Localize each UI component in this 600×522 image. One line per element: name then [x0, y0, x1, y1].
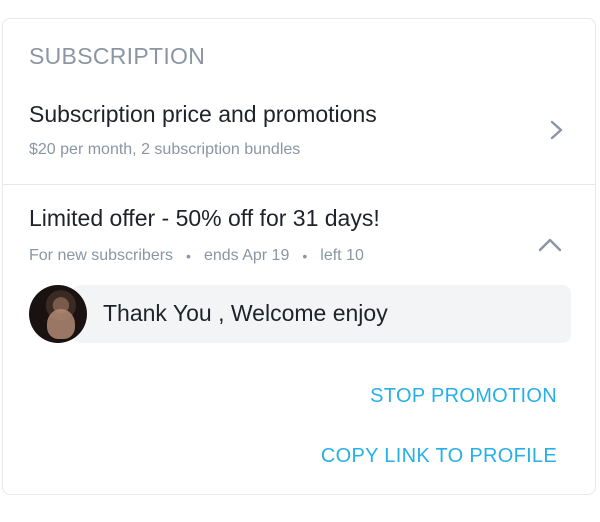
- offer-meta: For new subscribers • ends Apr 19 • left…: [29, 247, 364, 265]
- meta-separator: •: [186, 248, 191, 264]
- subscription-price-row[interactable]: Subscription price and promotions $20 pe…: [3, 91, 595, 183]
- price-row-subtitle: $20 per month, 2 subscription bundles: [29, 141, 301, 158]
- meta-separator: •: [302, 248, 308, 264]
- chevron-up-icon[interactable]: [537, 235, 563, 255]
- message-bubble: Thank You , Welcome enjoy: [73, 285, 571, 343]
- offer-audience: For new subscribers: [29, 247, 174, 264]
- message-text: Thank You , Welcome enjoy: [103, 300, 388, 326]
- offer-title: Limited offer - 50% off for 31 days!: [29, 205, 380, 231]
- offer-left: left 10: [320, 247, 364, 264]
- promo-message-row: Thank You , Welcome enjoy: [29, 285, 571, 343]
- copy-link-to-profile-button[interactable]: COPY LINK TO PROFILE: [321, 445, 557, 468]
- avatar-figure: [47, 309, 75, 339]
- limited-offer-row[interactable]: Limited offer - 50% off for 31 days! For…: [3, 185, 595, 281]
- avatar: [29, 285, 87, 343]
- chevron-right-icon: [550, 120, 563, 140]
- subscription-card: SUBSCRIPTION Subscription price and prom…: [2, 18, 596, 495]
- section-header: SUBSCRIPTION: [29, 43, 206, 69]
- price-row-title: Subscription price and promotions: [29, 101, 377, 127]
- offer-ends: ends Apr 19: [203, 247, 290, 264]
- stop-promotion-button[interactable]: STOP PROMOTION: [370, 385, 557, 408]
